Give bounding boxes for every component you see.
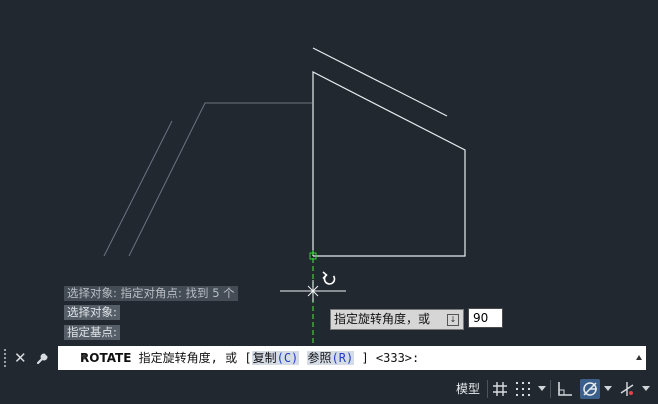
- crosshair-cursor: [280, 280, 346, 302]
- command-history-line: 选择对象: 指定对角点: 找到 5 个: [64, 286, 238, 301]
- snap-icon[interactable]: [513, 379, 533, 399]
- option-copy-key: (C): [276, 351, 299, 365]
- command-history-line: 选择对象:: [64, 305, 120, 320]
- isodraft-icon[interactable]: [617, 379, 637, 399]
- command-bar: ✕ ROTATE 指定旋转角度, 或 [复制(C) 参照(R) ] <333>:: [0, 345, 658, 371]
- recent-commands-arrow-icon[interactable]: [81, 355, 87, 360]
- command-prompt: 指定旋转角度, 或 [: [138, 351, 252, 365]
- option-reference-label: 参照: [307, 351, 332, 365]
- status-separator: [487, 380, 488, 398]
- grid-icon[interactable]: [490, 379, 510, 399]
- command-history-line: 指定基点:: [64, 325, 120, 340]
- close-icon[interactable]: ✕: [14, 348, 27, 368]
- polar-dropdown-icon[interactable]: [604, 386, 612, 391]
- option-copy-label: 复制: [252, 351, 277, 365]
- rotation-preview-line: [103, 120, 173, 257]
- polar-tracking-icon[interactable]: [580, 379, 600, 399]
- angle-input[interactable]: 90: [468, 308, 503, 328]
- ortho-icon[interactable]: [555, 379, 575, 399]
- command-history-up-icon[interactable]: [636, 355, 642, 360]
- status-separator: [550, 380, 551, 398]
- snap-dropdown-icon[interactable]: [538, 386, 546, 391]
- command-line-input[interactable]: ROTATE 指定旋转角度, 或 [复制(C) 参照(R) ] <333>:: [58, 346, 646, 370]
- drag-handle-icon[interactable]: [4, 349, 10, 367]
- model-space-button[interactable]: 模型: [452, 379, 484, 399]
- wrench-icon[interactable]: [36, 349, 52, 365]
- down-arrow-key-icon[interactable]: ↓: [447, 314, 459, 326]
- status-bar: 模型: [0, 373, 658, 404]
- option-reference[interactable]: 参照(R): [306, 351, 355, 365]
- option-reference-key: (R): [331, 351, 354, 365]
- rotation-preview-shape: [128, 102, 312, 257]
- rotate-cursor-icon: [322, 271, 336, 285]
- dynamic-input-tooltip: 指定旋转角度，或 ↓: [330, 309, 464, 330]
- isodraft-dropdown-icon[interactable]: [642, 386, 650, 391]
- command-name: ROTATE: [80, 351, 132, 365]
- command-suffix: ] <333>:: [361, 351, 420, 365]
- drawing-canvas[interactable]: [0, 0, 658, 404]
- tooltip-prompt: 指定旋转角度，或: [334, 312, 431, 326]
- option-copy[interactable]: 复制(C): [251, 351, 300, 365]
- selected-shape: [312, 71, 466, 257]
